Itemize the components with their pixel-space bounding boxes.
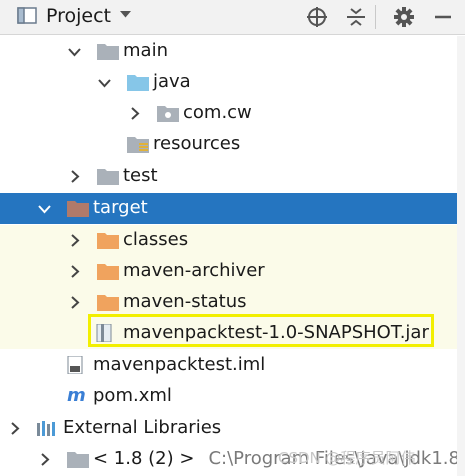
project-toolbar: Project (0, 0, 465, 35)
tree-item-label: target (93, 197, 148, 218)
tree-item-label: resources (153, 133, 241, 154)
tree-item-resources[interactable]: resources (0, 129, 465, 160)
tree-item-label: mavenpacktest.iml (93, 354, 266, 375)
chevron-down-icon[interactable] (38, 202, 51, 215)
tree-item-label: maven-status (123, 291, 247, 312)
toolbar-separator (375, 5, 376, 29)
tree-item-classes[interactable]: classes (0, 225, 465, 256)
tree-item-main[interactable]: main (0, 36, 465, 67)
chevron-right-icon[interactable] (68, 296, 81, 309)
locate-icon[interactable] (306, 6, 328, 28)
tree-item-external-libraries[interactable]: External Libraries (0, 413, 465, 444)
source-folder-icon (127, 75, 149, 91)
dropdown-icon[interactable] (119, 10, 132, 19)
excluded-folder-icon (67, 201, 89, 217)
tree-item-java[interactable]: java (0, 67, 465, 98)
maven-icon: m (67, 385, 86, 406)
settings-icon[interactable] (393, 6, 415, 28)
folder-icon (97, 264, 119, 280)
chevron-right-icon[interactable] (8, 422, 21, 435)
folder-icon (97, 169, 119, 185)
tree-item-label: main (123, 40, 168, 61)
tree-item-pom[interactable]: m pom.xml (0, 381, 465, 412)
chevron-down-icon[interactable] (68, 45, 81, 58)
highlight-box (88, 314, 434, 347)
chevron-down-icon[interactable] (98, 76, 111, 89)
chevron-right-icon[interactable] (68, 170, 81, 183)
tree-item-test[interactable]: test (0, 161, 465, 192)
watermark: CSDN @程序员阿伟 (278, 449, 416, 467)
tree-item-maven-archiver[interactable]: maven-archiver (0, 256, 465, 287)
tree-item-label: java (153, 71, 191, 92)
chevron-right-icon[interactable] (68, 265, 81, 278)
tree-item-com-cw[interactable]: com.cw (0, 98, 465, 129)
tree-item-label: maven-archiver (123, 260, 265, 281)
tree-item-iml[interactable]: mavenpacktest.iml (0, 350, 465, 381)
resources-folder-icon (127, 137, 149, 153)
tree-item-label: test (123, 165, 158, 186)
tree-item-label: External Libraries (63, 417, 222, 438)
collapse-all-icon[interactable] (345, 6, 367, 28)
package-icon (157, 106, 179, 122)
folder-icon (97, 233, 119, 249)
libraries-icon (37, 421, 55, 436)
scrollbar[interactable] (457, 36, 465, 476)
folder-icon (97, 44, 119, 60)
tree-item-label: classes (123, 229, 189, 250)
tree-item-target[interactable]: target (0, 193, 465, 224)
chevron-right-icon[interactable] (128, 107, 141, 120)
iml-file-icon (67, 356, 83, 374)
folder-icon (97, 295, 119, 311)
project-title[interactable]: Project (46, 4, 111, 28)
tree-item-label: pom.xml (93, 385, 172, 406)
jdk-folder-icon (67, 452, 89, 468)
project-view-icon[interactable] (17, 7, 37, 24)
tree-item-label: com.cw (183, 102, 252, 123)
chevron-right-icon[interactable] (68, 234, 81, 247)
chevron-right-icon[interactable] (38, 453, 51, 466)
hide-icon[interactable] (432, 6, 454, 28)
